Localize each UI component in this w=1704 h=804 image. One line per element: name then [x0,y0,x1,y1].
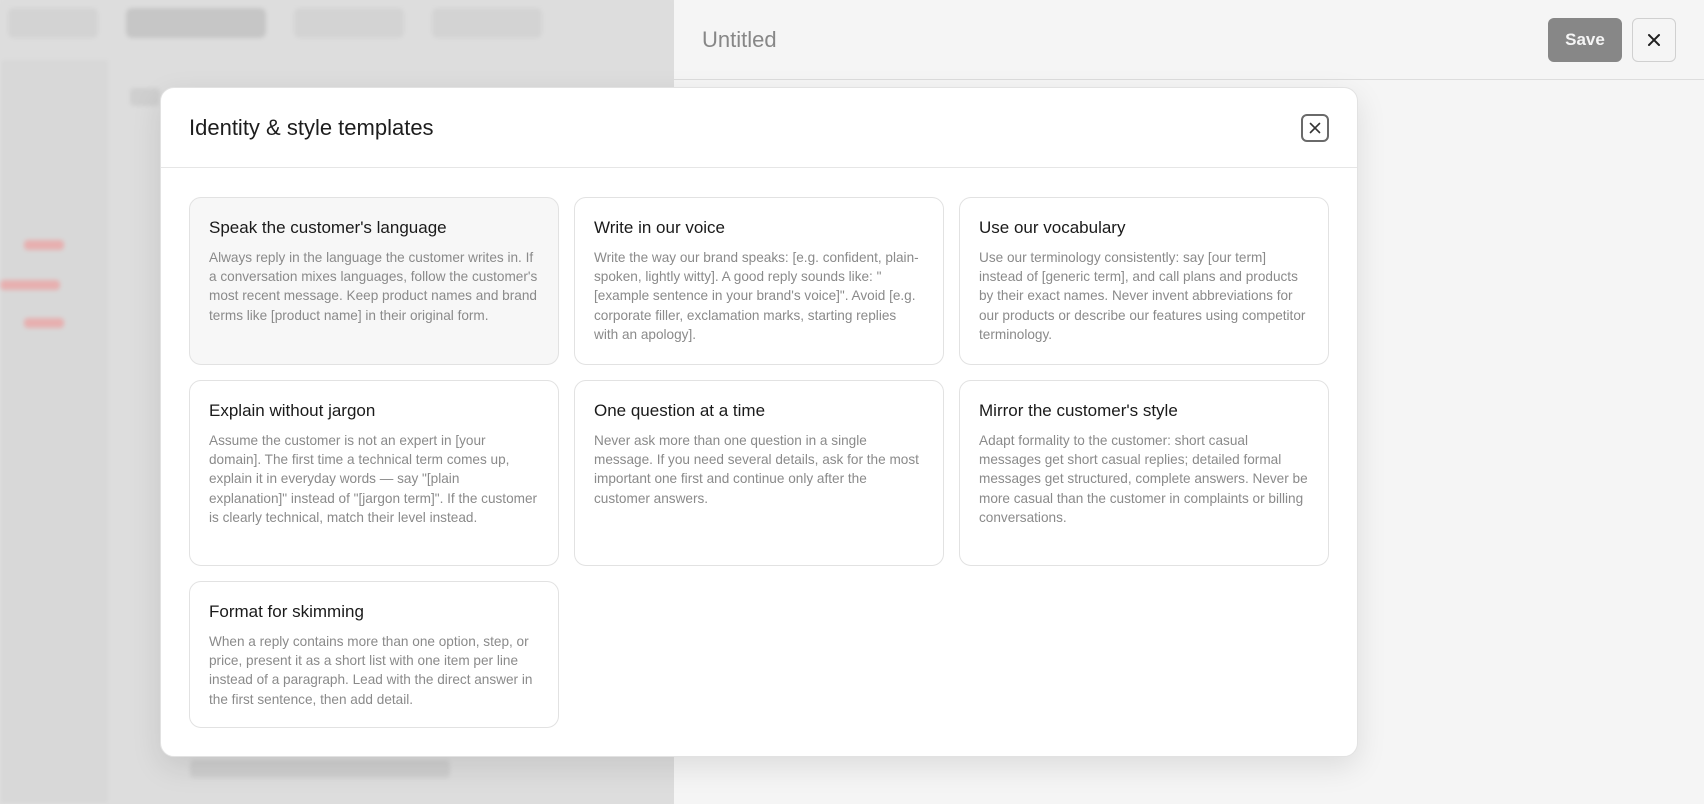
template-card-one-question-at-a-time[interactable]: One question at a time Never ask more th… [574,380,944,566]
close-modal-button[interactable] [1301,113,1329,142]
template-title: Use our vocabulary [979,218,1126,237]
template-card-write-in-our-voice[interactable]: Write in our voice Write the way our bra… [574,197,944,365]
templates-modal: Identity & style templates Speak the cus… [160,87,1358,757]
template-description: When a reply contains more than one opti… [209,634,533,707]
template-description: Always reply in the language the custome… [209,250,538,323]
template-title: One question at a time [594,401,766,420]
template-description: Write the way our brand speaks: [e.g. co… [594,250,919,342]
template-card-speak-customers-language[interactable]: Speak the customer's language Always rep… [189,197,559,365]
template-grid: Speak the customer's language Always rep… [189,197,1333,728]
template-description: Use our terminology consistently: say [o… [979,250,1306,342]
template-title: Format for skimming [209,602,364,621]
template-description: Adapt formality to the customer: short c… [979,433,1308,525]
template-card-explain-without-jargon[interactable]: Explain without jargon Assume the custom… [189,380,559,566]
template-card-mirror-customers-style[interactable]: Mirror the customer's style Adapt formal… [959,380,1329,566]
template-description: Never ask more than one question in a si… [594,433,919,506]
template-card-format-for-skimming[interactable]: Format for skimming When a reply contain… [189,581,559,728]
template-card-use-our-vocabulary[interactable]: Use our vocabulary Use our terminology c… [959,197,1329,365]
template-title: Write in our voice [594,218,726,237]
template-title: Mirror the customer's style [979,401,1178,420]
close-icon [1309,122,1321,133]
modal-title: Identity & style templates [189,114,434,140]
template-description: Assume the customer is not an expert in … [209,433,538,525]
modal-header: Identity & style templates [161,88,1357,168]
template-title: Speak the customer's language [209,218,447,237]
template-title: Explain without jargon [209,401,376,420]
